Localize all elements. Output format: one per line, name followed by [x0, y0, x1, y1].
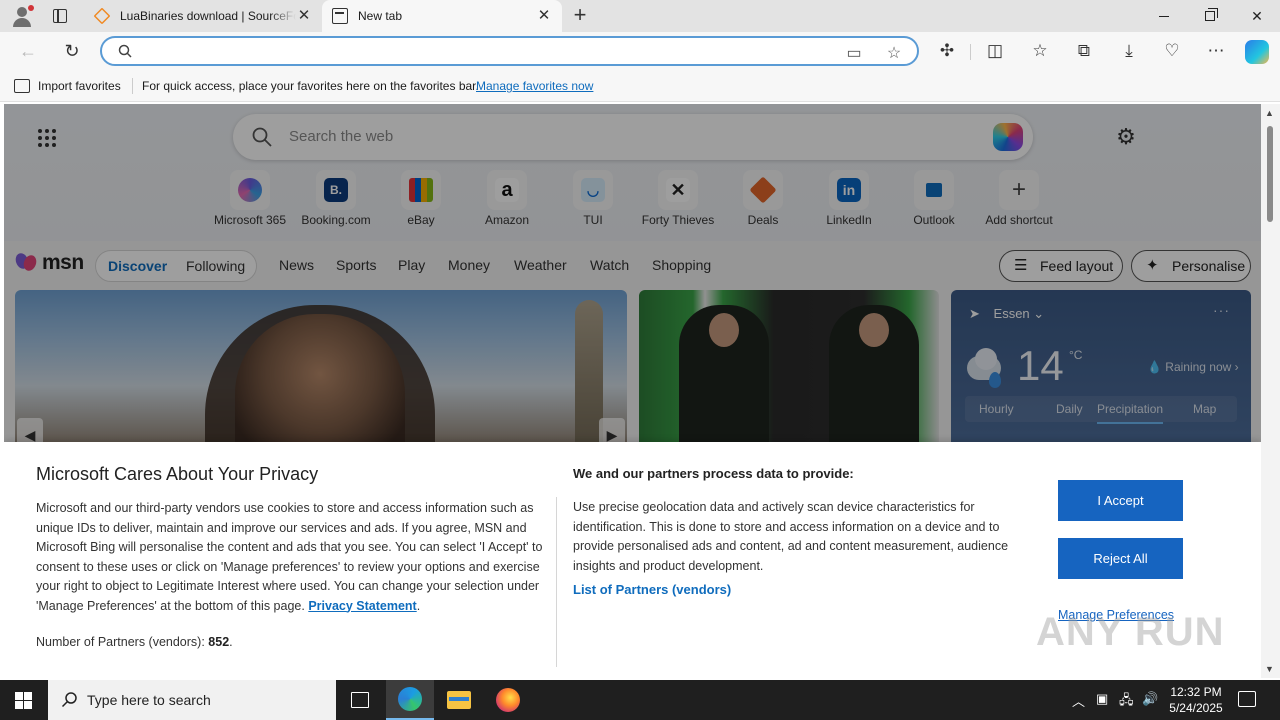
- partners-count: 852: [208, 635, 230, 649]
- new-tab-button[interactable]: +: [568, 4, 592, 28]
- favorites-icon[interactable]: ☆: [1030, 41, 1050, 61]
- privacy-divider: [556, 497, 557, 667]
- taskbar-firefox[interactable]: [484, 680, 532, 720]
- favorites-hint: For quick access, place your favorites h…: [142, 79, 479, 93]
- minimize-icon: [1159, 15, 1169, 17]
- split-screen-icon[interactable]: ◫: [985, 41, 1005, 61]
- import-favorites-button[interactable]: Import favorites: [38, 79, 121, 93]
- profile-body: [13, 18, 31, 27]
- taskbar-search-placeholder: Type here to search: [87, 692, 211, 708]
- tab-luabinaries[interactable]: LuaBinaries download | SourceForge.net ✕: [84, 0, 322, 32]
- list-of-partners-link[interactable]: List of Partners (vendors): [573, 582, 731, 597]
- windows-taskbar: Type here to search ︿ ▣ 🖧 🔊 12:32 PM 5/2…: [0, 680, 1280, 720]
- firefox-icon: [496, 688, 520, 712]
- edge-icon: [398, 687, 422, 711]
- favorite-star-icon[interactable]: ☆: [884, 43, 904, 63]
- favorites-bar: Import favorites For quick access, place…: [0, 70, 1280, 102]
- privacy-body-text: Microsoft and our third-party vendors us…: [36, 501, 543, 613]
- modal-dim-overlay: [4, 104, 1261, 442]
- reject-all-button[interactable]: Reject All: [1058, 538, 1183, 579]
- privacy-subheading: We and our partners process data to prov…: [573, 466, 854, 481]
- browser-toolbar: ← ↻ ▭ ☆ ✣ ◫ ☆ ⧉ ⤓ ♡ ⋯: [0, 32, 1280, 70]
- clock-time: 12:32 PM: [1170, 685, 1222, 699]
- profile-notification-dot: [28, 5, 34, 11]
- start-button[interactable]: [15, 692, 32, 709]
- back-button[interactable]: ←: [17, 40, 39, 62]
- page-scrollbar[interactable]: ▲ ▼: [1261, 104, 1280, 678]
- tab-actions-icon[interactable]: [50, 6, 70, 26]
- network-icon[interactable]: 🖧: [1119, 691, 1134, 713]
- scrollbar-thumb[interactable]: [1267, 126, 1273, 222]
- tab-new-tab[interactable]: New tab ✕: [322, 0, 562, 32]
- search-icon: [61, 692, 77, 708]
- folder-icon: [447, 691, 471, 709]
- clock-date: 5/24/2025: [1169, 701, 1223, 715]
- system-clock[interactable]: 12:32 PM 5/24/2025: [1166, 684, 1226, 716]
- favorites-separator: [132, 78, 133, 94]
- partners-label: Number of Partners (vendors):: [36, 635, 205, 649]
- collections-icon[interactable]: ⧉: [1074, 41, 1094, 61]
- refresh-button[interactable]: ↻: [61, 40, 83, 62]
- tray-chevron-icon[interactable]: ︿: [1072, 691, 1085, 710]
- profile-head: [17, 7, 27, 17]
- import-favorites-icon[interactable]: [14, 79, 30, 93]
- notifications-icon[interactable]: [1238, 691, 1256, 707]
- manage-favorites-link[interactable]: Manage favorites now: [476, 79, 593, 93]
- task-view-button[interactable]: [336, 680, 384, 720]
- sourceforge-icon: [93, 7, 111, 25]
- privacy-title: Microsoft Cares About Your Privacy: [36, 464, 319, 484]
- restore-icon: [1205, 8, 1218, 21]
- close-tab-icon[interactable]: ✕: [296, 8, 312, 24]
- tab-strip: LuaBinaries download | SourceForge.net ✕…: [0, 0, 1280, 32]
- restore-button[interactable]: [1187, 0, 1233, 32]
- address-input[interactable]: [148, 42, 828, 62]
- copilot-icon[interactable]: [1245, 40, 1269, 64]
- scroll-down-icon[interactable]: ▼: [1265, 664, 1274, 674]
- tab-actions-square: [53, 9, 67, 23]
- search-icon: [118, 44, 132, 58]
- downloads-icon[interactable]: ⤓: [1119, 41, 1139, 61]
- immersive-reader-icon[interactable]: ▭: [844, 43, 864, 63]
- tab-title: New tab: [358, 9, 403, 23]
- accept-button[interactable]: I Accept: [1058, 480, 1183, 521]
- tray-device-icon[interactable]: ▣: [1096, 691, 1108, 707]
- toolbar-separator: [970, 44, 971, 60]
- more-menu-icon[interactable]: ⋯: [1206, 41, 1226, 61]
- scroll-up-icon[interactable]: ▲: [1265, 108, 1274, 118]
- volume-icon[interactable]: 🔊: [1142, 691, 1158, 707]
- partners-count-line: Number of Partners (vendors): 852.: [36, 635, 233, 649]
- extensions-icon[interactable]: ✣: [937, 41, 957, 61]
- privacy-purposes: Use precise geolocation data and activel…: [573, 500, 1009, 573]
- privacy-statement-link[interactable]: Privacy Statement: [308, 599, 416, 613]
- tab-title: LuaBinaries download | SourceForge.net: [120, 9, 296, 23]
- taskbar-file-explorer[interactable]: [435, 680, 483, 720]
- new-tab-page-icon: [332, 8, 348, 24]
- close-window-button[interactable]: ✕: [1234, 0, 1280, 32]
- privacy-body: Microsoft and our third-party vendors us…: [36, 501, 543, 613]
- browser-essentials-icon[interactable]: ♡: [1162, 41, 1182, 61]
- profile-avatar[interactable]: [10, 5, 34, 27]
- address-bar[interactable]: ▭ ☆: [100, 36, 919, 66]
- task-view-icon: [351, 692, 369, 708]
- taskbar-edge[interactable]: [386, 680, 434, 720]
- new-tab-page: Search the web ⚙ Microsoft 365 B. Bookin…: [4, 104, 1261, 678]
- close-tab-icon[interactable]: ✕: [536, 8, 552, 24]
- taskbar-search[interactable]: Type here to search: [48, 680, 336, 720]
- minimize-button[interactable]: [1141, 0, 1187, 32]
- anyrun-watermark: ANY RUN: [1036, 610, 1225, 654]
